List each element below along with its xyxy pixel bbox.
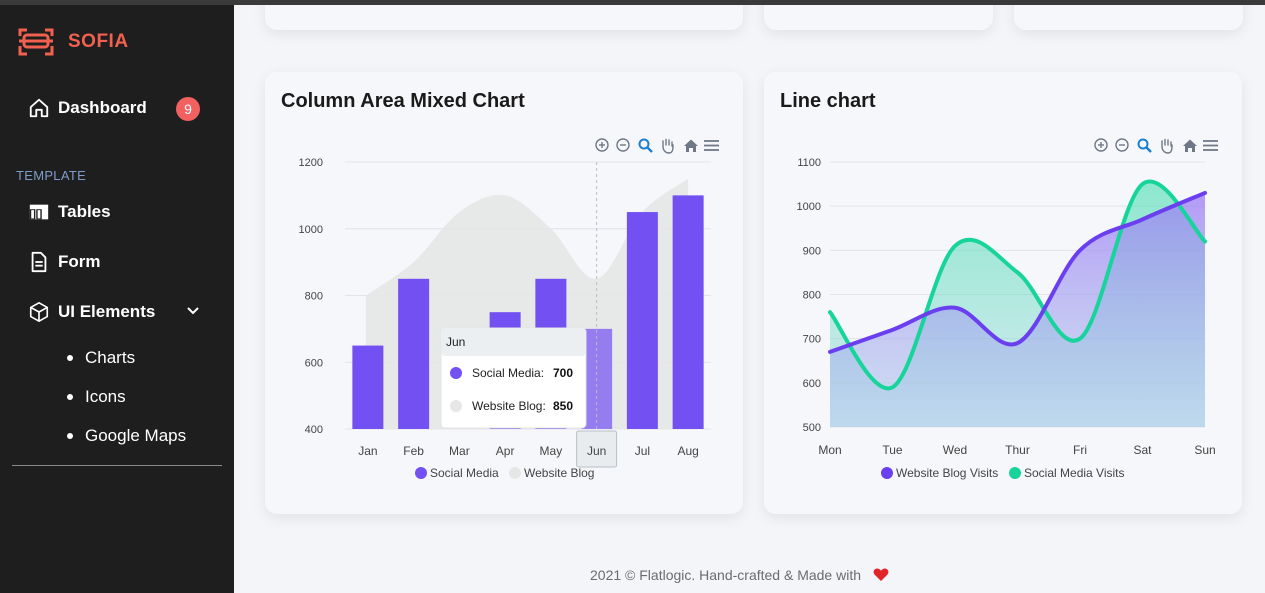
bar-social-media[interactable] (352, 345, 384, 429)
x-tick-label: May (540, 444, 563, 458)
bullet-icon (67, 433, 73, 439)
sidebar-section-label: TEMPLATE (16, 168, 87, 183)
y-tick-label: 1100 (797, 157, 821, 169)
home-reset-icon[interactable] (684, 139, 698, 153)
tooltip-value: 850 (553, 399, 573, 413)
legend-label: Website Blog Visits (896, 466, 998, 480)
x-tick-label: Aug (677, 444, 698, 458)
legend-label: Social Media Visits (1024, 466, 1125, 480)
tooltip-label: Website Blog: (472, 399, 546, 413)
chart-tooltip: Jun Social Media: 700 Website Blog: 850 (440, 327, 587, 429)
sidebar-item-label: UI Elements (58, 302, 156, 321)
line-chart-card: Line chart 500 600 700 800 900 1000 1100 Mon Tue… (764, 72, 1242, 514)
tooltip-marker (450, 367, 462, 379)
table-icon (29, 204, 49, 220)
tooltip-label: Social Media: (472, 366, 544, 380)
y-tick-label: 400 (305, 424, 323, 436)
pan-hand-icon[interactable] (662, 138, 674, 154)
legend-marker[interactable] (881, 467, 893, 479)
heart-icon (873, 568, 889, 581)
x-tick-label: Sun (1194, 443, 1215, 457)
footer: 2021 © Flatlogic. Hand-crafted & Made wi… (590, 567, 889, 583)
sidebar-item-ui-elements[interactable]: UI Elements (28, 301, 155, 323)
tooltip-marker (450, 400, 462, 412)
x-tick-label: Sat (1133, 443, 1152, 457)
sidebar-item-form[interactable]: Form (28, 251, 101, 273)
bar-social-media[interactable] (626, 212, 658, 429)
brand-name: SOFIA (68, 31, 129, 52)
legend-marker[interactable] (415, 467, 427, 479)
sidebar-subitem-google-maps[interactable]: Google Maps (67, 426, 186, 446)
bullet-icon (67, 355, 73, 361)
x-tick-label: Fri (1073, 443, 1087, 457)
sidebar-item-label: Form (58, 252, 101, 271)
legend-label: Social Media (430, 466, 499, 480)
sidebar-divider (12, 465, 222, 466)
y-tick-label: 800 (305, 291, 323, 303)
notification-badge: 9 (176, 97, 200, 121)
home-icon (29, 98, 49, 118)
footer-text: 2021 © Flatlogic. Hand-crafted & Made wi… (590, 567, 862, 583)
sidebar-subitem-charts[interactable]: Charts (67, 348, 135, 368)
sidebar-subitem-label: Google Maps (85, 426, 187, 445)
legend-marker[interactable] (509, 467, 521, 479)
x-tick-label: Jan (358, 444, 377, 458)
bar-social-media[interactable] (398, 278, 430, 429)
sidebar-item-label: Dashboard (58, 98, 147, 117)
x-tick-label: Jul (635, 444, 650, 458)
sidebar-item-tables[interactable]: Tables (28, 201, 111, 223)
selection-zoom-icon[interactable] (1137, 138, 1152, 153)
y-tick-label: 900 (803, 245, 821, 257)
x-tick-label: Tue (882, 443, 903, 457)
legend-marker[interactable] (1009, 467, 1021, 479)
menu-icon[interactable] (704, 140, 719, 151)
zoom-out-icon[interactable] (1115, 138, 1129, 152)
pan-hand-icon[interactable] (1161, 138, 1173, 154)
y-tick-label: 600 (803, 378, 821, 390)
x-tick-label: Wed (943, 443, 967, 457)
sidebar-item-dashboard[interactable]: Dashboard (28, 97, 147, 119)
y-tick-label: 1200 (299, 157, 323, 169)
zoom-in-icon[interactable] (595, 138, 609, 152)
x-tick-label: Mon (818, 443, 841, 457)
selection-zoom-icon[interactable] (638, 138, 653, 153)
sidebar: SOFIA Dashboard 9 TEMPLATE Tables Form U… (0, 0, 234, 593)
sidebar-subitem-icons[interactable]: Icons (67, 387, 126, 407)
y-tick-label: 700 (803, 334, 821, 346)
line-chart: 500 600 700 800 900 1000 1100 Mon Tue Wed Thur Fri S… (797, 138, 1218, 480)
y-tick-label: 800 (803, 290, 821, 302)
zoom-out-icon[interactable] (616, 138, 630, 152)
sidebar-item-label: Tables (58, 202, 111, 221)
cube-icon (29, 302, 49, 322)
home-reset-icon[interactable] (1183, 139, 1197, 153)
bar-social-media[interactable] (672, 195, 704, 429)
window-top-edge (0, 0, 1265, 5)
chevron-down-icon[interactable] (186, 305, 200, 317)
menu-icon[interactable] (1203, 140, 1218, 151)
sidebar-subitem-label: Charts (85, 348, 136, 367)
x-tick-label: Thur (1005, 443, 1030, 457)
bullet-icon (67, 394, 73, 400)
mixed-chart-card: Column Area Mixed Chart 400 600 800 1000 120… (265, 72, 743, 514)
mixed-chart: 400 600 800 1000 1200 Jan Feb Mar Apr May Jun Jul Au… (299, 138, 719, 480)
x-tick-label: Apr (496, 444, 515, 458)
y-tick-label: 600 (305, 357, 323, 369)
zoom-in-icon[interactable] (1094, 138, 1108, 152)
y-tick-label: 1000 (797, 201, 821, 213)
x-tick-label: Jun (587, 444, 606, 458)
sidebar-subitem-label: Icons (85, 387, 126, 406)
sofia-logo-icon (18, 28, 54, 56)
tooltip-title: Jun (446, 335, 465, 349)
form-icon (31, 251, 47, 273)
y-tick-label: 1000 (299, 224, 323, 236)
tooltip-value: 700 (553, 366, 573, 380)
x-tick-label: Feb (403, 444, 424, 458)
y-tick-label: 500 (803, 422, 821, 434)
brand-logo[interactable]: SOFIA (18, 26, 129, 58)
legend-label: Website Blog (524, 466, 594, 480)
x-tick-label: Mar (449, 444, 470, 458)
